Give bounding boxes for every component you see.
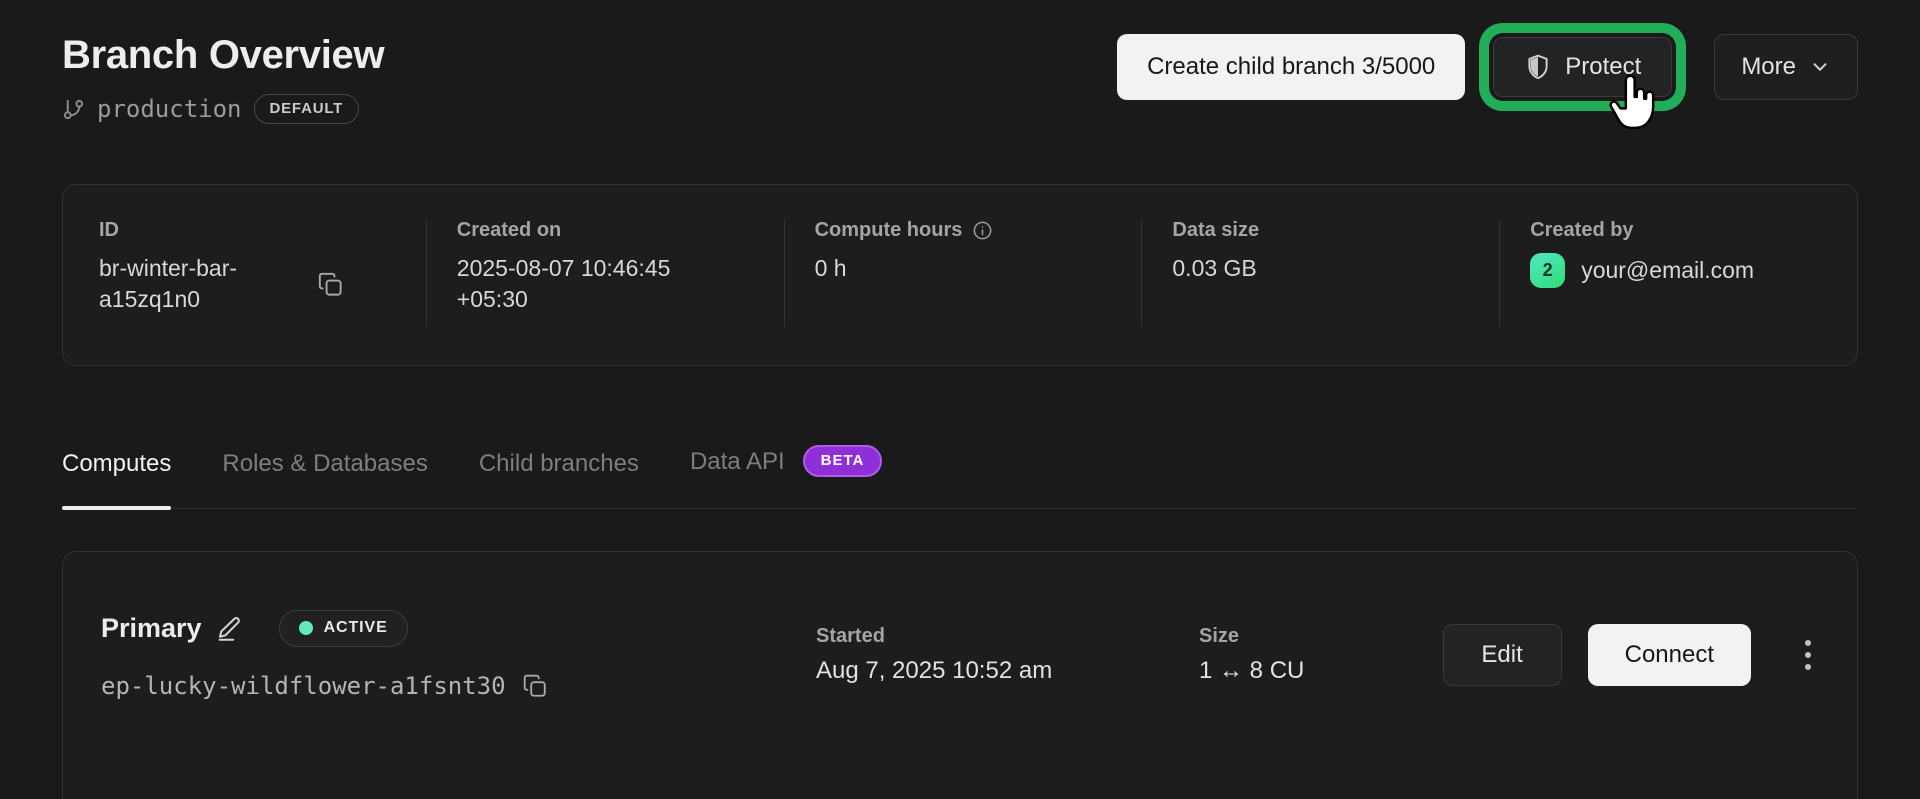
branch-tabs: Computes Roles & Databases Child branche… bbox=[62, 446, 1858, 509]
page-header: Branch Overview production DEFAULT Creat… bbox=[62, 33, 1858, 124]
copy-branch-id-icon[interactable] bbox=[317, 271, 344, 298]
info-field-data-size: Data size 0.03 GB bbox=[1141, 219, 1499, 327]
tab-roles-databases[interactable]: Roles & Databases bbox=[222, 450, 427, 508]
chevron-down-icon bbox=[1809, 56, 1831, 78]
creator-avatar: 2 bbox=[1530, 253, 1565, 288]
kebab-menu-icon[interactable] bbox=[1797, 632, 1819, 678]
info-field-compute-hours: Compute hours 0 h bbox=[784, 219, 1142, 327]
create-child-branch-button[interactable]: Create child branch 3/5000 bbox=[1117, 34, 1465, 100]
info-field-id: ID br-winter-bar-a15zq1n0 bbox=[63, 219, 426, 327]
tab-data-api[interactable]: Data API BETA bbox=[690, 446, 882, 508]
connect-button[interactable]: Connect bbox=[1588, 624, 1751, 686]
endpoint-id: ep-lucky-wildflower-a1fsnt30 bbox=[101, 672, 506, 700]
branch-overview-page: Branch Overview production DEFAULT Creat… bbox=[0, 0, 1920, 799]
beta-badge: BETA bbox=[803, 445, 883, 477]
header-actions: Create child branch 3/5000 Protect More bbox=[1117, 33, 1858, 100]
page-title: Branch Overview bbox=[62, 33, 384, 78]
compute-identity: Primary ACTIVE ep-lucky-wildflower-a1fsn… bbox=[101, 610, 816, 700]
tab-child-branches-label: Child branches bbox=[479, 450, 639, 478]
started-stat: Started Aug 7, 2025 10:52 am bbox=[816, 625, 1199, 685]
tab-computes[interactable]: Computes bbox=[62, 450, 171, 508]
data-size-label: Data size bbox=[1172, 219, 1259, 242]
info-field-created-by: Created by 2 your@email.com bbox=[1499, 219, 1857, 327]
started-label: Started bbox=[816, 625, 885, 648]
compute-hours-value: 0 h bbox=[815, 253, 1142, 284]
copy-endpoint-id-icon[interactable] bbox=[522, 673, 548, 699]
default-badge: DEFAULT bbox=[254, 94, 360, 124]
tab-computes-label: Computes bbox=[62, 450, 171, 478]
edit-compute-button[interactable]: Edit bbox=[1443, 624, 1562, 686]
status-text: ACTIVE bbox=[324, 619, 388, 637]
id-label: ID bbox=[99, 219, 119, 242]
compute-name: Primary bbox=[101, 613, 202, 644]
branch-id-value: br-winter-bar-a15zq1n0 bbox=[99, 253, 295, 315]
created-by-label: Created by bbox=[1530, 219, 1633, 242]
started-value: Aug 7, 2025 10:52 am bbox=[816, 657, 1199, 685]
tab-child-branches[interactable]: Child branches bbox=[479, 450, 639, 508]
size-stat: Size 1 ↔ 8 CU bbox=[1199, 625, 1443, 685]
active-dot-icon bbox=[299, 621, 313, 635]
compute-row: Primary ACTIVE ep-lucky-wildflower-a1fsn… bbox=[101, 610, 1819, 700]
more-button[interactable]: More bbox=[1714, 34, 1858, 100]
size-label: Size bbox=[1199, 625, 1239, 648]
data-size-value: 0.03 GB bbox=[1172, 253, 1499, 284]
branch-info-card: ID br-winter-bar-a15zq1n0 Created on 202… bbox=[62, 184, 1858, 366]
git-branch-icon bbox=[62, 98, 85, 121]
shield-icon bbox=[1524, 53, 1552, 81]
compute-hours-label: Compute hours bbox=[815, 219, 963, 242]
created-on-value: 2025-08-07 10:46:45 +05:30 bbox=[457, 253, 689, 315]
creator-email: your@email.com bbox=[1581, 255, 1754, 286]
info-field-created-on: Created on 2025-08-07 10:46:45 +05:30 bbox=[426, 219, 784, 327]
edit-name-pencil-icon[interactable] bbox=[216, 614, 245, 643]
compute-card: Primary ACTIVE ep-lucky-wildflower-a1fsn… bbox=[62, 551, 1858, 799]
size-value: 1 ↔ 8 CU bbox=[1199, 657, 1443, 685]
info-icon[interactable] bbox=[972, 220, 993, 241]
header-left: Branch Overview production DEFAULT bbox=[62, 33, 384, 124]
created-on-label: Created on bbox=[457, 219, 561, 242]
status-badge: ACTIVE bbox=[279, 610, 408, 647]
tab-data-api-label: Data API bbox=[690, 448, 785, 476]
more-button-label: More bbox=[1741, 53, 1796, 81]
branch-name: production bbox=[97, 95, 242, 123]
branch-info: production DEFAULT bbox=[62, 94, 384, 124]
mouse-cursor-icon bbox=[1603, 74, 1661, 134]
tab-roles-databases-label: Roles & Databases bbox=[222, 450, 427, 478]
